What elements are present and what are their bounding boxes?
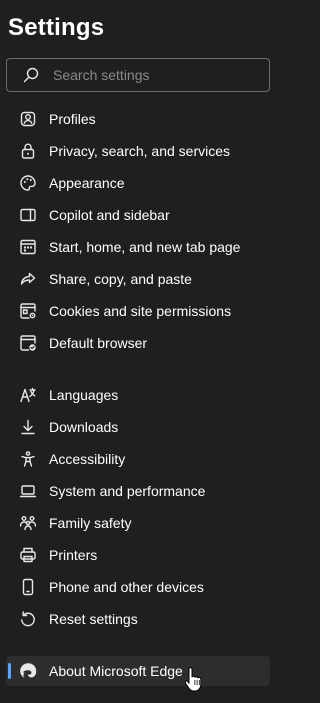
nav-label: Share, copy, and paste — [49, 271, 192, 287]
nav-item-copilot[interactable]: Copilot and sidebar — [6, 200, 270, 230]
default-browser-icon — [19, 334, 37, 352]
nav-label: Copilot and sidebar — [49, 207, 170, 223]
nav-label: Reset settings — [49, 611, 138, 627]
nav-label: Phone and other devices — [49, 579, 204, 595]
search-input[interactable] — [53, 65, 253, 85]
home-page-icon — [19, 238, 37, 256]
search-icon — [23, 67, 39, 83]
nav-item-printers[interactable]: Printers — [6, 540, 270, 570]
site-permissions-icon — [19, 302, 37, 320]
nav-label: Downloads — [49, 419, 119, 435]
printer-icon — [19, 546, 37, 564]
nav-label: Privacy, search, and services — [49, 143, 231, 159]
laptop-icon — [19, 482, 37, 500]
nav-label: Cookies and site permissions — [49, 303, 232, 319]
nav-label: Printers — [49, 547, 98, 563]
profile-icon — [19, 110, 37, 128]
hand-cursor-icon — [184, 667, 204, 693]
share-icon — [19, 270, 37, 288]
nav-label: Start, home, and new tab page — [49, 239, 241, 255]
search-box[interactable] — [6, 58, 270, 92]
palette-icon — [19, 174, 37, 192]
nav-item-system[interactable]: System and performance — [6, 476, 270, 506]
nav-label: Languages — [49, 387, 119, 403]
nav-item-privacy[interactable]: Privacy, search, and services — [6, 136, 270, 166]
nav-item-downloads[interactable]: Downloads — [6, 412, 270, 442]
nav-label: Profiles — [49, 111, 96, 127]
nav-label: About Microsoft Edge — [49, 663, 183, 679]
page-title: Settings — [8, 14, 105, 41]
phone-icon — [19, 578, 37, 596]
nav-label: System and performance — [49, 483, 206, 499]
download-icon — [19, 418, 37, 436]
reset-icon — [19, 610, 37, 628]
nav-label: Family safety — [49, 515, 132, 531]
lock-icon — [19, 142, 37, 160]
nav-item-about[interactable]: About Microsoft Edge — [6, 656, 270, 686]
nav-item-phone[interactable]: Phone and other devices — [6, 572, 270, 602]
nav-item-share[interactable]: Share, copy, and paste — [6, 264, 270, 294]
nav-item-cookies[interactable]: Cookies and site permissions — [6, 296, 270, 326]
accessibility-icon — [19, 450, 37, 468]
nav-label: Accessibility — [49, 451, 126, 467]
nav-label: Default browser — [49, 335, 148, 351]
edge-logo-icon — [19, 662, 37, 680]
nav-item-appearance[interactable]: Appearance — [6, 168, 270, 198]
nav-item-reset[interactable]: Reset settings — [6, 604, 270, 634]
family-icon — [19, 514, 37, 532]
nav-item-family[interactable]: Family safety — [6, 508, 270, 538]
nav-item-languages[interactable]: Languages — [6, 380, 270, 410]
nav-item-default-browser[interactable]: Default browser — [6, 328, 270, 358]
sidebar-icon — [19, 206, 37, 224]
selected-indicator — [8, 663, 11, 679]
nav-item-accessibility[interactable]: Accessibility — [6, 444, 270, 474]
nav-label: Appearance — [49, 175, 125, 191]
nav-item-start-home[interactable]: Start, home, and new tab page — [6, 232, 270, 262]
nav-item-profiles[interactable]: Profiles — [6, 104, 270, 134]
languages-icon — [19, 386, 37, 404]
